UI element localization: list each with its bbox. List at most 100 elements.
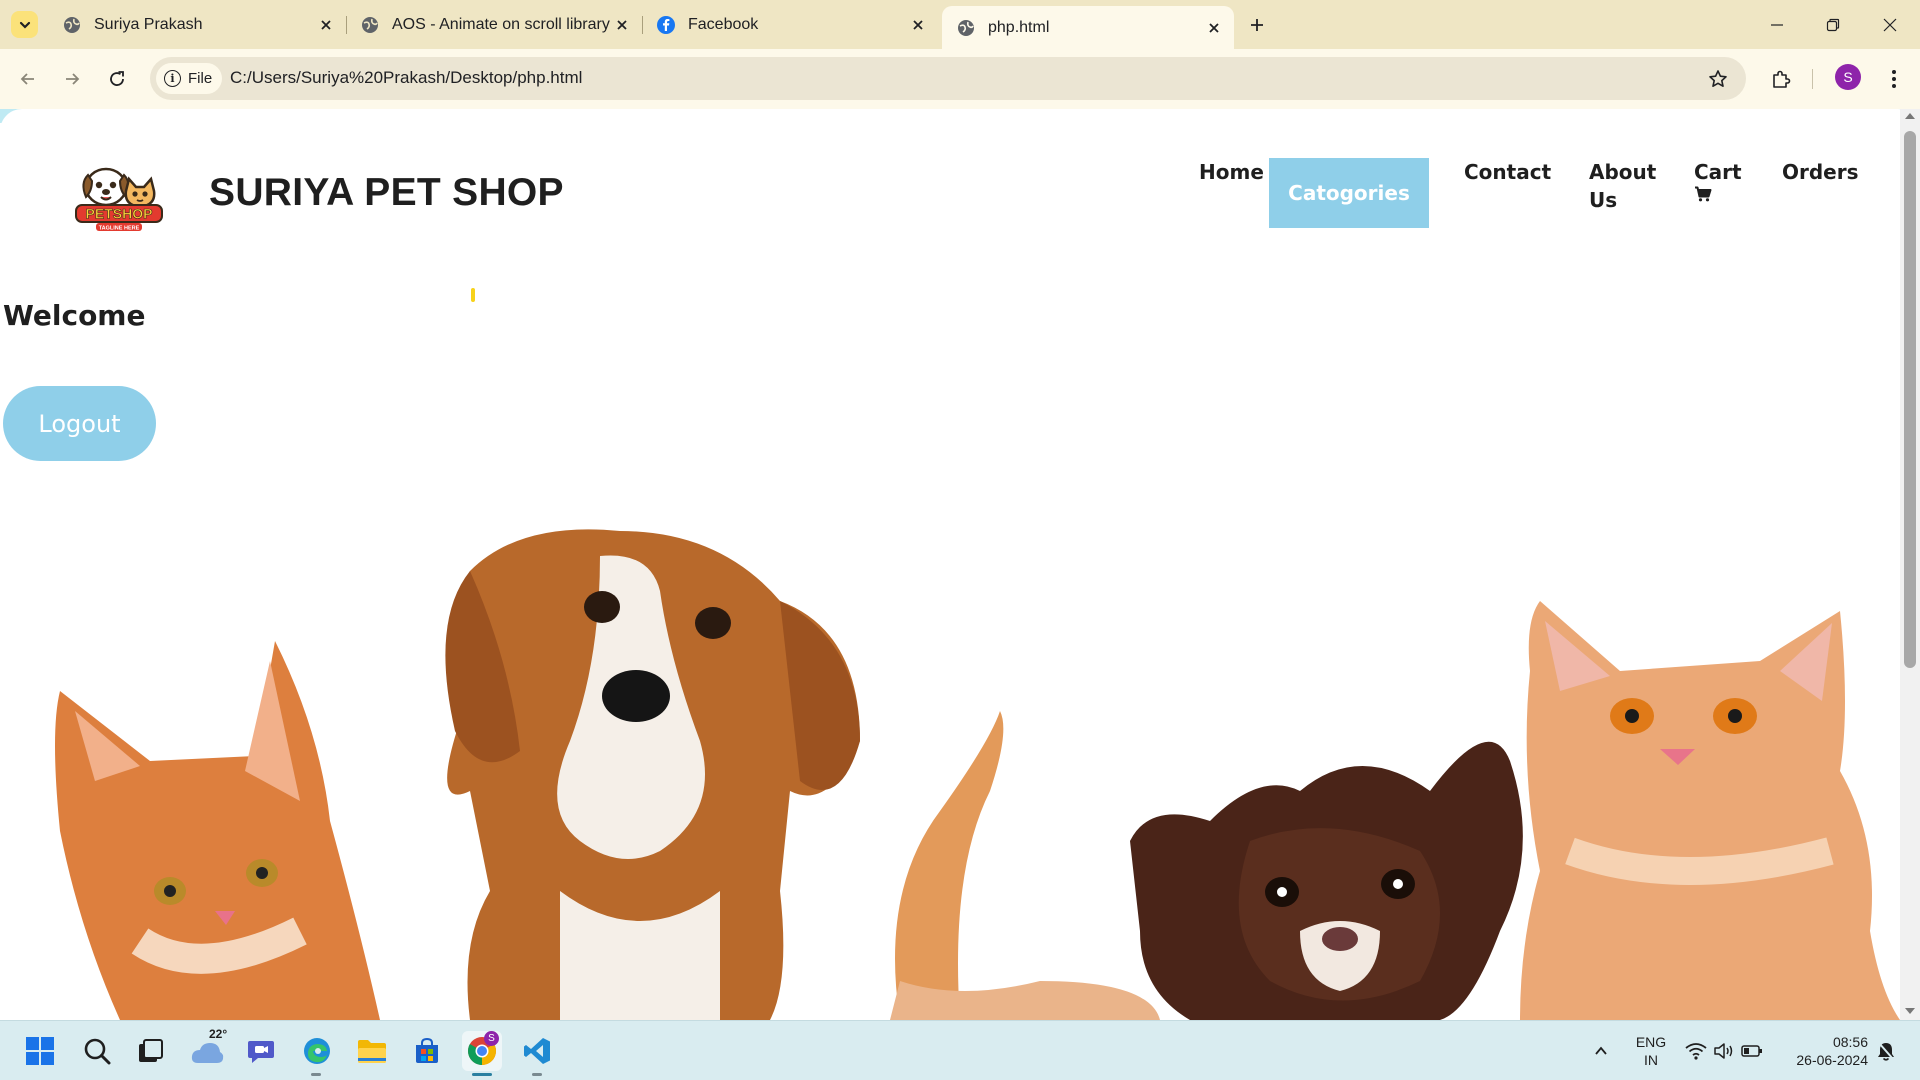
microsoft-store-button[interactable] (407, 1031, 447, 1071)
weather-widget[interactable]: 22° (187, 1027, 230, 1071)
orange-cat-left (55, 641, 380, 1020)
vscode-button[interactable] (517, 1031, 557, 1071)
scrollbar-thumb[interactable] (1904, 131, 1916, 668)
wifi-icon (1685, 1043, 1707, 1060)
info-icon: i (164, 70, 181, 87)
tab-title: Facebook (688, 15, 759, 33)
scroll-down-arrow-icon[interactable] (1905, 1008, 1915, 1014)
teams-chat-button[interactable] (241, 1031, 281, 1071)
extensions-button[interactable] (1767, 65, 1795, 93)
volume-icon (1714, 1043, 1733, 1059)
notifications-button[interactable] (1871, 1031, 1901, 1071)
close-icon[interactable] (1206, 20, 1222, 36)
edge-browser-button[interactable] (297, 1031, 337, 1071)
url-text[interactable]: C:/Users/Suriya%20Prakash/Desktop/php.ht… (230, 68, 582, 88)
address-bar[interactable]: i File C:/Users/Suriya%20Prakash/Desktop… (150, 57, 1746, 100)
start-button[interactable] (20, 1031, 60, 1071)
tab-php-html[interactable]: php.html (942, 6, 1234, 49)
bell-icon (1878, 1042, 1894, 1061)
more-vert-icon (1892, 70, 1896, 88)
browser-toolbar: i File C:/Users/Suriya%20Prakash/Desktop… (0, 49, 1920, 109)
restore-icon (1826, 18, 1840, 32)
site-brand-title: SURIYA PET SHOP (209, 171, 564, 214)
close-icon[interactable] (318, 17, 334, 33)
nav-about-us-label: About Us (1589, 160, 1657, 212)
reload-icon (110, 71, 124, 86)
arrow-left-icon (20, 73, 34, 85)
chevron-down-icon (19, 21, 30, 29)
restore-button[interactable] (1820, 12, 1846, 38)
bookmark-star-button[interactable] (1706, 67, 1730, 91)
chihuahua-dog (1130, 741, 1523, 1020)
nav-orders[interactable]: Orders (1782, 158, 1859, 186)
page-scrollbar[interactable] (1900, 109, 1920, 1020)
scroll-up-arrow-icon[interactable] (1905, 113, 1915, 119)
site-chip-label: File (188, 70, 213, 87)
windows-taskbar: 22° S ENG IN 08:56 26-06-2024 (0, 1020, 1920, 1080)
logo-wordmark: PETSHOP (86, 206, 153, 222)
close-icon[interactable] (614, 17, 630, 33)
region-code: IN (1644, 1052, 1658, 1068)
tab-title: php.html (988, 18, 1050, 36)
cream-cat-right (1520, 601, 1900, 1020)
logout-button[interactable]: Logout (3, 386, 156, 461)
puzzle-icon (1773, 70, 1791, 88)
globe-icon (62, 15, 82, 35)
system-status-cluster[interactable] (1684, 1031, 1764, 1071)
clock-time: 08:56 (1832, 1034, 1868, 1050)
battery-icon (1741, 1045, 1762, 1057)
file-explorer-button[interactable] (352, 1031, 392, 1071)
chrome-browser-button[interactable]: S (462, 1031, 502, 1071)
nav-home[interactable]: Home (1199, 158, 1264, 186)
pet-shop-logo[interactable]: PETSHOP TAGLINE HERE (74, 161, 164, 233)
pets-hero-image (55, 529, 1900, 1020)
minimize-button[interactable] (1764, 12, 1790, 38)
show-hidden-icons-button[interactable] (1583, 1031, 1619, 1071)
store-icon (416, 1037, 438, 1063)
clock-date: 26-06-2024 (1796, 1052, 1868, 1068)
page-viewport: PETSHOP TAGLINE HERE SURIYA PET SHOP Hom… (0, 109, 1920, 1020)
facebook-icon (656, 15, 676, 35)
plus-icon (1251, 19, 1263, 31)
nav-categories[interactable]: Catogories (1269, 158, 1429, 228)
globe-icon (956, 18, 976, 38)
chevron-up-icon (1595, 1046, 1607, 1055)
minimize-icon (1771, 24, 1783, 26)
tab-search-button[interactable] (11, 11, 38, 38)
logo-tagline: TAGLINE HERE (99, 226, 140, 232)
browser-menu-button[interactable] (1880, 65, 1908, 93)
page-surface (0, 109, 1920, 139)
running-indicator (532, 1073, 542, 1076)
kitten-tail (895, 711, 1004, 1020)
language-code: ENG (1635, 1034, 1667, 1050)
tab-facebook[interactable]: Facebook (642, 8, 938, 41)
nav-about-us[interactable]: About Us (1589, 158, 1669, 214)
nav-cart[interactable]: Cart (1694, 158, 1742, 202)
globe-icon (360, 15, 380, 35)
clock[interactable]: 08:56 26-06-2024 (1782, 1033, 1872, 1069)
tab-aos-library[interactable]: AOS - Animate on scroll library (346, 8, 642, 41)
task-view-button[interactable] (130, 1031, 170, 1071)
beagle-dog-center (445, 529, 860, 1020)
close-icon (1883, 18, 1897, 32)
reload-button[interactable] (103, 65, 131, 93)
close-window-button[interactable] (1877, 12, 1903, 38)
taskbar-search-button[interactable] (77, 1031, 117, 1071)
nav-contact[interactable]: Contact (1464, 158, 1551, 186)
site-info-chip[interactable]: i File (156, 63, 223, 94)
arrow-right-icon (66, 73, 80, 85)
welcome-heading: Welcome (3, 299, 146, 332)
running-indicator (311, 1073, 321, 1076)
profile-avatar[interactable]: S (1835, 64, 1861, 90)
vscode-icon (524, 1038, 550, 1064)
language-indicator[interactable]: ENG IN (1628, 1033, 1674, 1069)
task-view-icon (139, 1039, 163, 1062)
tab-suriya-prakash[interactable]: Suriya Prakash (48, 8, 346, 41)
star-icon (1709, 70, 1727, 87)
new-tab-button[interactable] (1245, 13, 1269, 37)
tab-title: AOS - Animate on scroll library (392, 15, 610, 33)
back-button[interactable] (14, 65, 42, 93)
tab-strip: Suriya Prakash AOS - Animate on scroll l… (0, 0, 1920, 49)
forward-button[interactable] (58, 65, 86, 93)
close-icon[interactable] (910, 17, 926, 33)
